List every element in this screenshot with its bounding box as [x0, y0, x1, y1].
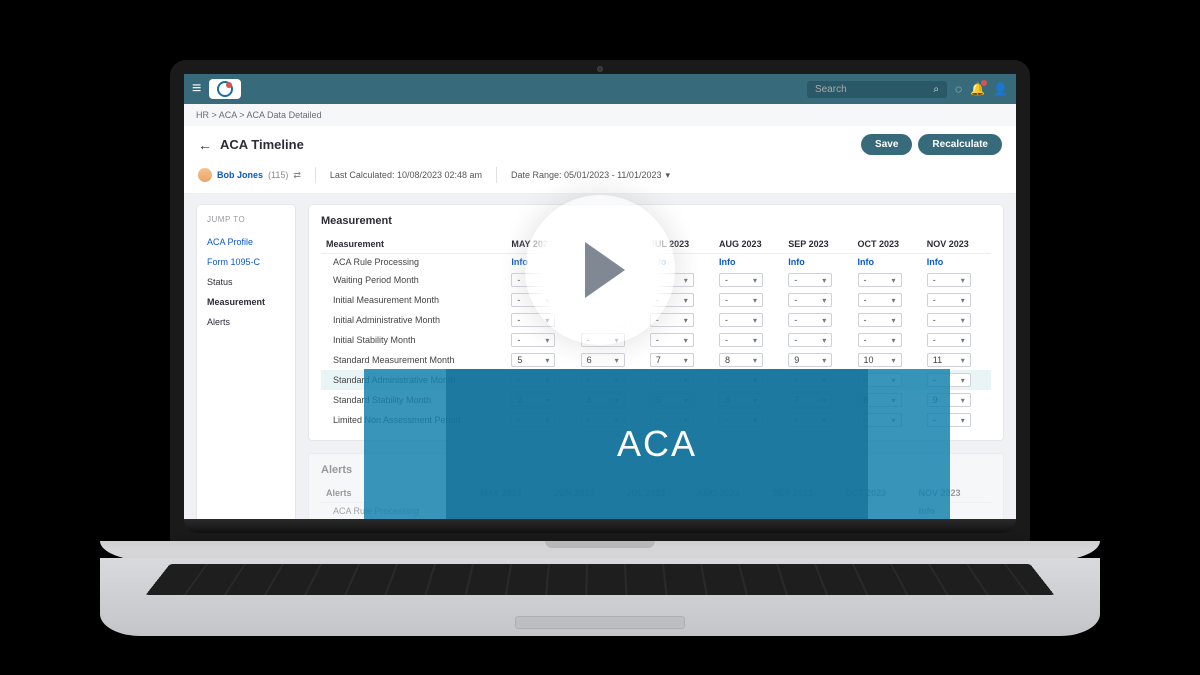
camera-dot: [597, 66, 603, 72]
notifications-icon[interactable]: 🔔: [970, 82, 985, 96]
user-menu-icon[interactable]: 👤: [993, 82, 1008, 96]
search-icon[interactable]: ⌕: [933, 84, 939, 95]
table-row: Standard Measurement Month5▾6▾7▾8▾9▾10▾1…: [321, 350, 991, 370]
select-cell[interactable]: -▾: [858, 293, 902, 307]
select-cell[interactable]: 11▾: [927, 353, 971, 367]
select-cell[interactable]: 9▾: [788, 353, 832, 367]
select-cell[interactable]: -▾: [788, 313, 832, 327]
screen-bezel: ≡ ⌕ ◌ 🔔 👤 HR > ACA > ACA Data Detailed ←…: [170, 60, 1030, 541]
titlebar: ← ACA Timeline Save Recalculate: [184, 126, 1016, 163]
select-cell[interactable]: -▾: [927, 333, 971, 347]
user-swap-icon[interactable]: ⇄: [293, 170, 301, 181]
search-input-wrap[interactable]: ⌕: [807, 81, 947, 98]
jump-heading: JUMP TO: [207, 215, 285, 224]
page-title: ACA Timeline: [220, 137, 304, 152]
breadcrumb: HR > ACA > ACA Data Detailed: [184, 104, 1016, 126]
select-cell[interactable]: 8▾: [719, 353, 763, 367]
chevron-down-icon: ▾: [665, 170, 670, 181]
select-cell[interactable]: -▾: [927, 293, 971, 307]
select-cell[interactable]: -▾: [858, 333, 902, 347]
select-cell[interactable]: -▾: [719, 273, 763, 287]
crumb-hr[interactable]: HR: [196, 110, 209, 120]
save-button[interactable]: Save: [861, 134, 912, 155]
keyboard-deck: [100, 558, 1100, 636]
info-link[interactable]: Info: [858, 257, 875, 267]
app-logo[interactable]: [209, 79, 241, 99]
select-cell[interactable]: -▾: [858, 273, 902, 287]
select-cell[interactable]: 5▾: [511, 353, 555, 367]
select-cell[interactable]: -▾: [858, 313, 902, 327]
info-link[interactable]: Info: [719, 257, 736, 267]
select-cell[interactable]: -▾: [927, 313, 971, 327]
last-calculated: Last Calculated: 10/08/2023 02:48 am: [330, 170, 482, 180]
menu-icon[interactable]: ≡: [192, 80, 201, 98]
search-input[interactable]: [815, 84, 927, 95]
select-cell[interactable]: -▾: [788, 333, 832, 347]
select-cell[interactable]: 7▾: [650, 353, 694, 367]
user-chip[interactable]: Bob Jones (115) ⇄: [198, 168, 301, 182]
select-cell[interactable]: -▾: [719, 293, 763, 307]
select-cell[interactable]: -▾: [788, 293, 832, 307]
select-cell[interactable]: -▾: [719, 313, 763, 327]
date-range-dropdown[interactable]: Date Range: 05/01/2023 - 11/01/2023 ▾: [511, 170, 670, 181]
screen-base: [184, 519, 1016, 533]
user-id: (115): [268, 170, 288, 180]
sidebar-item-measurement[interactable]: Measurement: [207, 292, 285, 312]
sidebar-item-form-1095c[interactable]: Form 1095-C: [207, 252, 285, 272]
laptop-mockup: ≡ ⌕ ◌ 🔔 👤 HR > ACA > ACA Data Detailed ←…: [170, 60, 1030, 636]
overlay-title: ACA: [617, 423, 697, 465]
user-name: Bob Jones: [217, 170, 263, 180]
recalculate-button[interactable]: Recalculate: [918, 134, 1002, 155]
play-button[interactable]: [525, 195, 675, 345]
sidebar-item-status[interactable]: Status: [207, 272, 285, 292]
jump-to-sidebar: JUMP TO ACA Profile Form 1095-C Status M…: [196, 204, 296, 519]
trackpad: [515, 616, 685, 629]
video-overlay-banner: ACA: [364, 369, 950, 519]
info-link[interactable]: Info: [927, 257, 944, 267]
info-link[interactable]: Info: [788, 257, 805, 267]
select-cell[interactable]: -▾: [719, 333, 763, 347]
select-cell[interactable]: -▾: [788, 273, 832, 287]
video-overlay-inner: ACA: [446, 369, 868, 519]
back-icon[interactable]: ←: [198, 137, 212, 153]
avatar: [198, 168, 212, 182]
sidebar-item-alerts[interactable]: Alerts: [207, 312, 285, 332]
help-icon[interactable]: ◌: [955, 82, 962, 96]
play-icon: [585, 242, 625, 298]
crumb-detail: ACA Data Detailed: [247, 110, 322, 120]
crumb-aca[interactable]: ACA: [219, 110, 237, 120]
keyboard: [145, 564, 1054, 595]
screen: ≡ ⌕ ◌ 🔔 👤 HR > ACA > ACA Data Detailed ←…: [184, 74, 1016, 519]
date-range-text: Date Range: 05/01/2023 - 11/01/2023: [511, 170, 661, 180]
select-cell[interactable]: -▾: [927, 273, 971, 287]
sidebar-item-aca-profile[interactable]: ACA Profile: [207, 232, 285, 252]
topbar: ≡ ⌕ ◌ 🔔 👤: [184, 74, 1016, 104]
select-cell[interactable]: 10▾: [858, 353, 902, 367]
